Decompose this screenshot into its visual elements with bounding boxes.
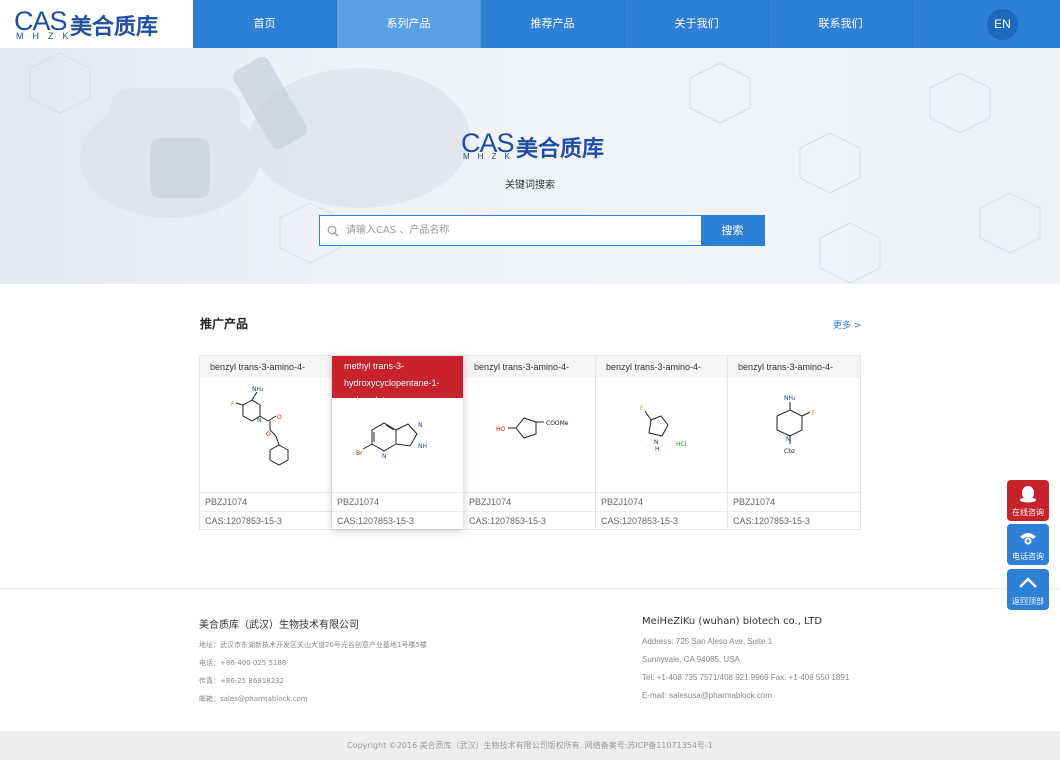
phone-consult-label: 电话咨询 bbox=[1012, 552, 1044, 561]
footer-email-cn[interactable]: 邮箱：sales@pharmablock.com bbox=[199, 695, 427, 704]
product-name: benzyl trans-3-amino-4- bbox=[728, 356, 860, 378]
product-card[interactable]: benzyl trans-3-amino-4- NH₂ F N Cbz PBZJ… bbox=[728, 356, 860, 529]
hero-logo-cn: 美合质库 bbox=[516, 137, 605, 162]
product-card-list: benzyl trans-3-amino-4- NH₂ F N O O PBZJ… bbox=[199, 355, 861, 530]
product-card[interactable]: benzyl trans-3-amino-4- HO COOMe PBZJ107… bbox=[464, 356, 596, 529]
back-to-top-button[interactable]: 返回顶部 bbox=[1007, 569, 1049, 610]
molecule-structure-image: NH₂ F N Cbz bbox=[728, 378, 860, 492]
search-bar: 搜索 bbox=[319, 215, 765, 246]
footer-tel-en: Tel: +1-408 735 7571/408 921 9969 Fax: +… bbox=[642, 673, 850, 682]
molecule-structure-image: Br N NH N bbox=[332, 398, 463, 492]
language-switch-button[interactable]: EN bbox=[987, 9, 1018, 40]
molecule-structure-image: F N H HCl bbox=[596, 378, 727, 492]
copyright-bar: Copyright ©2016 美合质库（武汉）生物技术有限公司版权所有. 网络… bbox=[0, 731, 1060, 760]
svg-text:HCl: HCl bbox=[676, 441, 687, 448]
product-card[interactable]: benzyl trans-3-amino-4- F N H HCl PBZJ10… bbox=[596, 356, 728, 529]
svg-text:N: N bbox=[382, 453, 387, 460]
molecule-structure-image: NH₂ F N O O bbox=[200, 378, 331, 492]
footer-divider bbox=[0, 588, 1060, 589]
svg-text:COOMe: COOMe bbox=[546, 420, 569, 427]
footer-company-title-cn: 美合质库（武汉）生物技术有限公司 bbox=[199, 620, 359, 631]
promoted-products-title: 推广产品 bbox=[200, 317, 249, 331]
svg-text:F: F bbox=[812, 410, 816, 417]
hero-logo: CAS 美合质库 MHZK bbox=[461, 128, 631, 162]
product-code: PBZJ1074 bbox=[200, 492, 331, 511]
product-cas: CAS:1207853-15-3 bbox=[464, 511, 595, 529]
svg-text:O: O bbox=[266, 431, 271, 438]
footer-address2-en: Sunnyvale, CA 94085, USA bbox=[642, 655, 740, 664]
product-code: PBZJ1074 bbox=[464, 492, 595, 511]
svg-text:F: F bbox=[640, 405, 644, 412]
footer-company-title-en: MeiHeZiKu (wuhan) biotech co., LTD bbox=[642, 616, 823, 627]
product-code: PBZJ1074 bbox=[332, 492, 463, 511]
product-cas: CAS:1207853-15-3 bbox=[200, 511, 331, 529]
product-name: benzyl trans-3-amino-4- bbox=[464, 356, 595, 378]
nav-item-series-products[interactable]: 系列产品 bbox=[337, 0, 481, 48]
product-name: benzyl trans-3-amino-4- bbox=[200, 356, 331, 378]
logo-sub-text: MHZK bbox=[16, 31, 78, 41]
footer-company-cn: 美合质库（武汉）生物技术有限公司 地址：武汉市东湖新技术开发区关山大道20号光谷… bbox=[199, 616, 427, 713]
online-consult-label: 在线咨询 bbox=[1012, 508, 1044, 517]
svg-text:N: N bbox=[418, 422, 423, 429]
product-card[interactable]: benzyl trans-3-amino-4- NH₂ F N O O PBZJ… bbox=[200, 356, 332, 529]
svg-text:NH: NH bbox=[418, 443, 427, 450]
keyword-search-title: 关键词搜索 bbox=[505, 180, 555, 191]
search-icon bbox=[320, 216, 346, 245]
svg-text:N: N bbox=[786, 436, 791, 443]
product-code: PBZJ1074 bbox=[728, 492, 860, 511]
product-cas: CAS:1207853-15-3 bbox=[332, 511, 463, 529]
site-header: CAS 美合质库 MHZK 首页 系列产品 推荐产品 关于我们 联系我们 EN bbox=[0, 0, 1060, 48]
search-input[interactable] bbox=[346, 216, 701, 245]
product-code: PBZJ1074 bbox=[596, 492, 727, 511]
footer-address-cn: 地址：武汉市东湖新技术开发区关山大道20号光谷创意产业基地1号楼5楼 bbox=[199, 641, 427, 649]
product-cas: CAS:1207853-15-3 bbox=[596, 511, 727, 529]
nav-item-contact-us[interactable]: 联系我们 bbox=[769, 0, 913, 48]
hero-logo-sub: MHZK bbox=[463, 152, 518, 161]
phone-consult-button[interactable]: 电话咨询 bbox=[1007, 524, 1049, 565]
svg-text:Cbz: Cbz bbox=[784, 448, 795, 455]
svg-text:Br: Br bbox=[356, 450, 363, 457]
footer-email-en[interactable]: E-mail: salesusa@pharmablock.com bbox=[642, 691, 849, 700]
search-button[interactable]: 搜索 bbox=[701, 216, 764, 245]
phone-icon bbox=[1020, 533, 1036, 545]
product-card-highlighted[interactable]: methyl trans-3-hydroxycyclopentane-1-car… bbox=[332, 356, 464, 529]
svg-text:N: N bbox=[257, 417, 262, 424]
footer-phone-cn: 电话：+86-400 025 5188 bbox=[199, 659, 287, 667]
footer-company-en: MeiHeZiKu (wuhan) biotech co., LTD Addre… bbox=[642, 616, 849, 709]
product-name: methyl trans-3-hydroxycyclopentane-1-car… bbox=[332, 356, 463, 398]
back-to-top-label: 返回顶部 bbox=[1012, 597, 1044, 606]
qq-penguin-icon bbox=[1020, 486, 1036, 503]
logo-cn-text: 美合质库 bbox=[70, 15, 159, 40]
product-cas: CAS:1207853-15-3 bbox=[728, 511, 860, 529]
svg-text:F: F bbox=[231, 401, 235, 408]
svg-text:NH₂: NH₂ bbox=[784, 395, 796, 402]
site-logo[interactable]: CAS 美合质库 MHZK bbox=[0, 0, 193, 48]
product-name: benzyl trans-3-amino-4- bbox=[596, 356, 727, 378]
online-consult-button[interactable]: 在线咨询 bbox=[1007, 480, 1049, 521]
nav-item-home[interactable]: 首页 bbox=[193, 0, 337, 48]
hero-background-image bbox=[29, 52, 1041, 284]
nav-item-about-us[interactable]: 关于我们 bbox=[625, 0, 769, 48]
hero-banner: CAS 美合质库 MHZK 关键词搜索 搜索 bbox=[0, 48, 1060, 284]
svg-text:H: H bbox=[655, 446, 660, 453]
svg-text:N: N bbox=[654, 439, 659, 446]
svg-text:O: O bbox=[277, 414, 282, 421]
more-link[interactable]: 更多 > bbox=[833, 318, 861, 331]
nav-item-recommended-products[interactable]: 推荐产品 bbox=[481, 0, 625, 48]
footer-address1-en: Address: 725 San Aleso Ave, Suite 1 bbox=[642, 637, 773, 646]
main-nav: 首页 系列产品 推荐产品 关于我们 联系我们 bbox=[193, 0, 1060, 48]
molecule-structure-image: HO COOMe bbox=[464, 378, 595, 492]
svg-text:NH₂: NH₂ bbox=[252, 386, 264, 393]
svg-text:HO: HO bbox=[496, 426, 506, 433]
footer-fax-cn: 传真：+86-25 86918232 bbox=[199, 677, 285, 685]
chevron-up-icon bbox=[1019, 577, 1037, 588]
